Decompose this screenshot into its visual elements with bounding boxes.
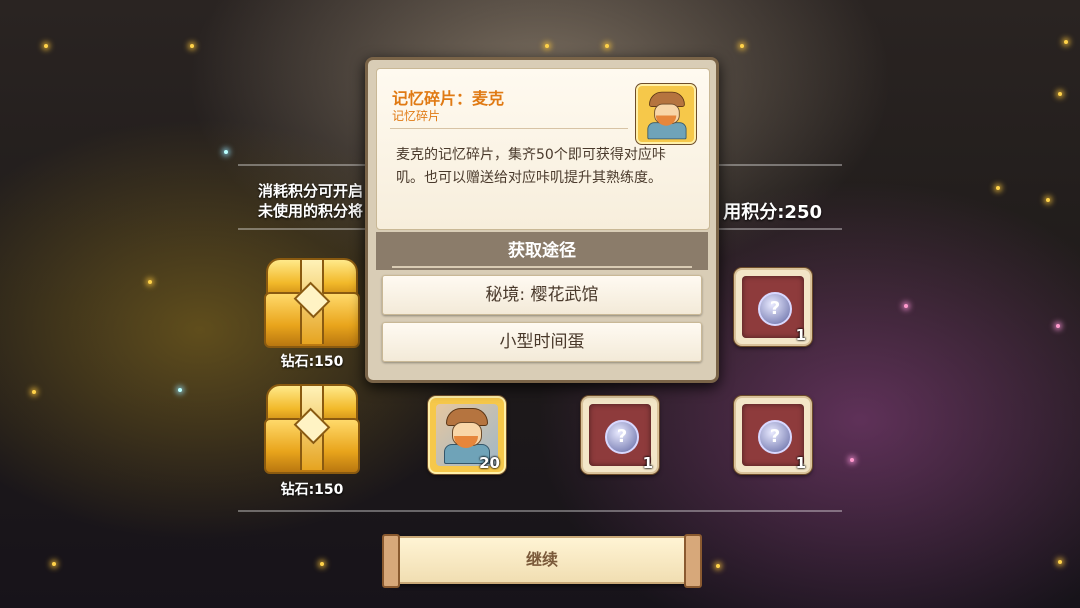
sparkle (190, 44, 194, 48)
title-divider (390, 128, 628, 129)
sparkle (32, 390, 36, 394)
bottom-divider (238, 510, 842, 512)
sparkle (224, 150, 228, 154)
treasure-chest-2[interactable] (262, 384, 360, 480)
item-count: 20 (479, 454, 500, 472)
item-count: 1 (795, 326, 806, 344)
sparkle (148, 280, 152, 284)
sparkle (716, 564, 720, 568)
sparkle (320, 562, 324, 566)
popup-title: 记忆碎片：麦克 (392, 89, 505, 108)
button-left-cap (382, 534, 400, 588)
question-icon: ? (605, 420, 639, 454)
source-button-secret-realm[interactable]: 秘境: 樱花武馆 (382, 275, 702, 315)
chest-cost-1: 钻石:150 (280, 354, 344, 370)
source-button-small-time-egg[interactable]: 小型时间蛋 (382, 322, 702, 362)
sparkle (904, 304, 908, 308)
popup-description: 麦克的记忆碎片，集齐50个即可获得对应咔叽。也可以赠送给对应咔叽提升其熟练度。 (396, 147, 666, 186)
sparkle (605, 44, 609, 48)
button-right-cap (684, 534, 702, 588)
reward-slot-unknown[interactable]: ? 1 (581, 396, 659, 474)
chest-cost-2: 钻石:150 (280, 482, 344, 498)
sparkle (1056, 324, 1060, 328)
sparkle (1064, 40, 1068, 44)
sparkle (52, 562, 56, 566)
source-divider (392, 266, 692, 268)
info-line-1: 消耗积分可开启 (258, 182, 364, 200)
sparkle (1046, 198, 1050, 202)
sparkle (1058, 92, 1062, 96)
sparkle (1058, 560, 1062, 564)
continue-button[interactable]: 继续 (382, 534, 702, 588)
points-label: 用积分:250 (723, 202, 822, 223)
item-count: 1 (795, 454, 806, 472)
continue-label: 继续 (525, 550, 558, 569)
question-icon: ? (758, 420, 792, 454)
reward-slot-unknown[interactable]: ? 1 (734, 396, 812, 474)
sparkle (850, 458, 854, 462)
sparkle (996, 186, 1000, 190)
popup-item-icon (636, 84, 696, 144)
treasure-chest-1[interactable] (262, 258, 360, 354)
popup-subtitle: 记忆碎片 (392, 109, 441, 123)
reward-slot-memory-fragment[interactable]: 20 (428, 396, 506, 474)
sparkle (545, 44, 549, 48)
item-count: 1 (642, 454, 653, 472)
sparkle (44, 44, 48, 48)
mike-portrait-icon (644, 90, 688, 140)
sparkle (740, 44, 744, 48)
source-header: 获取途径 (376, 232, 708, 270)
reward-slot-unknown[interactable]: ? 1 (734, 268, 812, 346)
sparkle (178, 388, 182, 392)
question-icon: ? (758, 292, 792, 326)
item-info-popup[interactable]: 记忆碎片：麦克 记忆碎片 麦克的记忆碎片，集齐50个即可获得对应咔叽。也可以赠送… (365, 57, 719, 383)
info-line-2: 未使用的积分将 (258, 202, 364, 220)
